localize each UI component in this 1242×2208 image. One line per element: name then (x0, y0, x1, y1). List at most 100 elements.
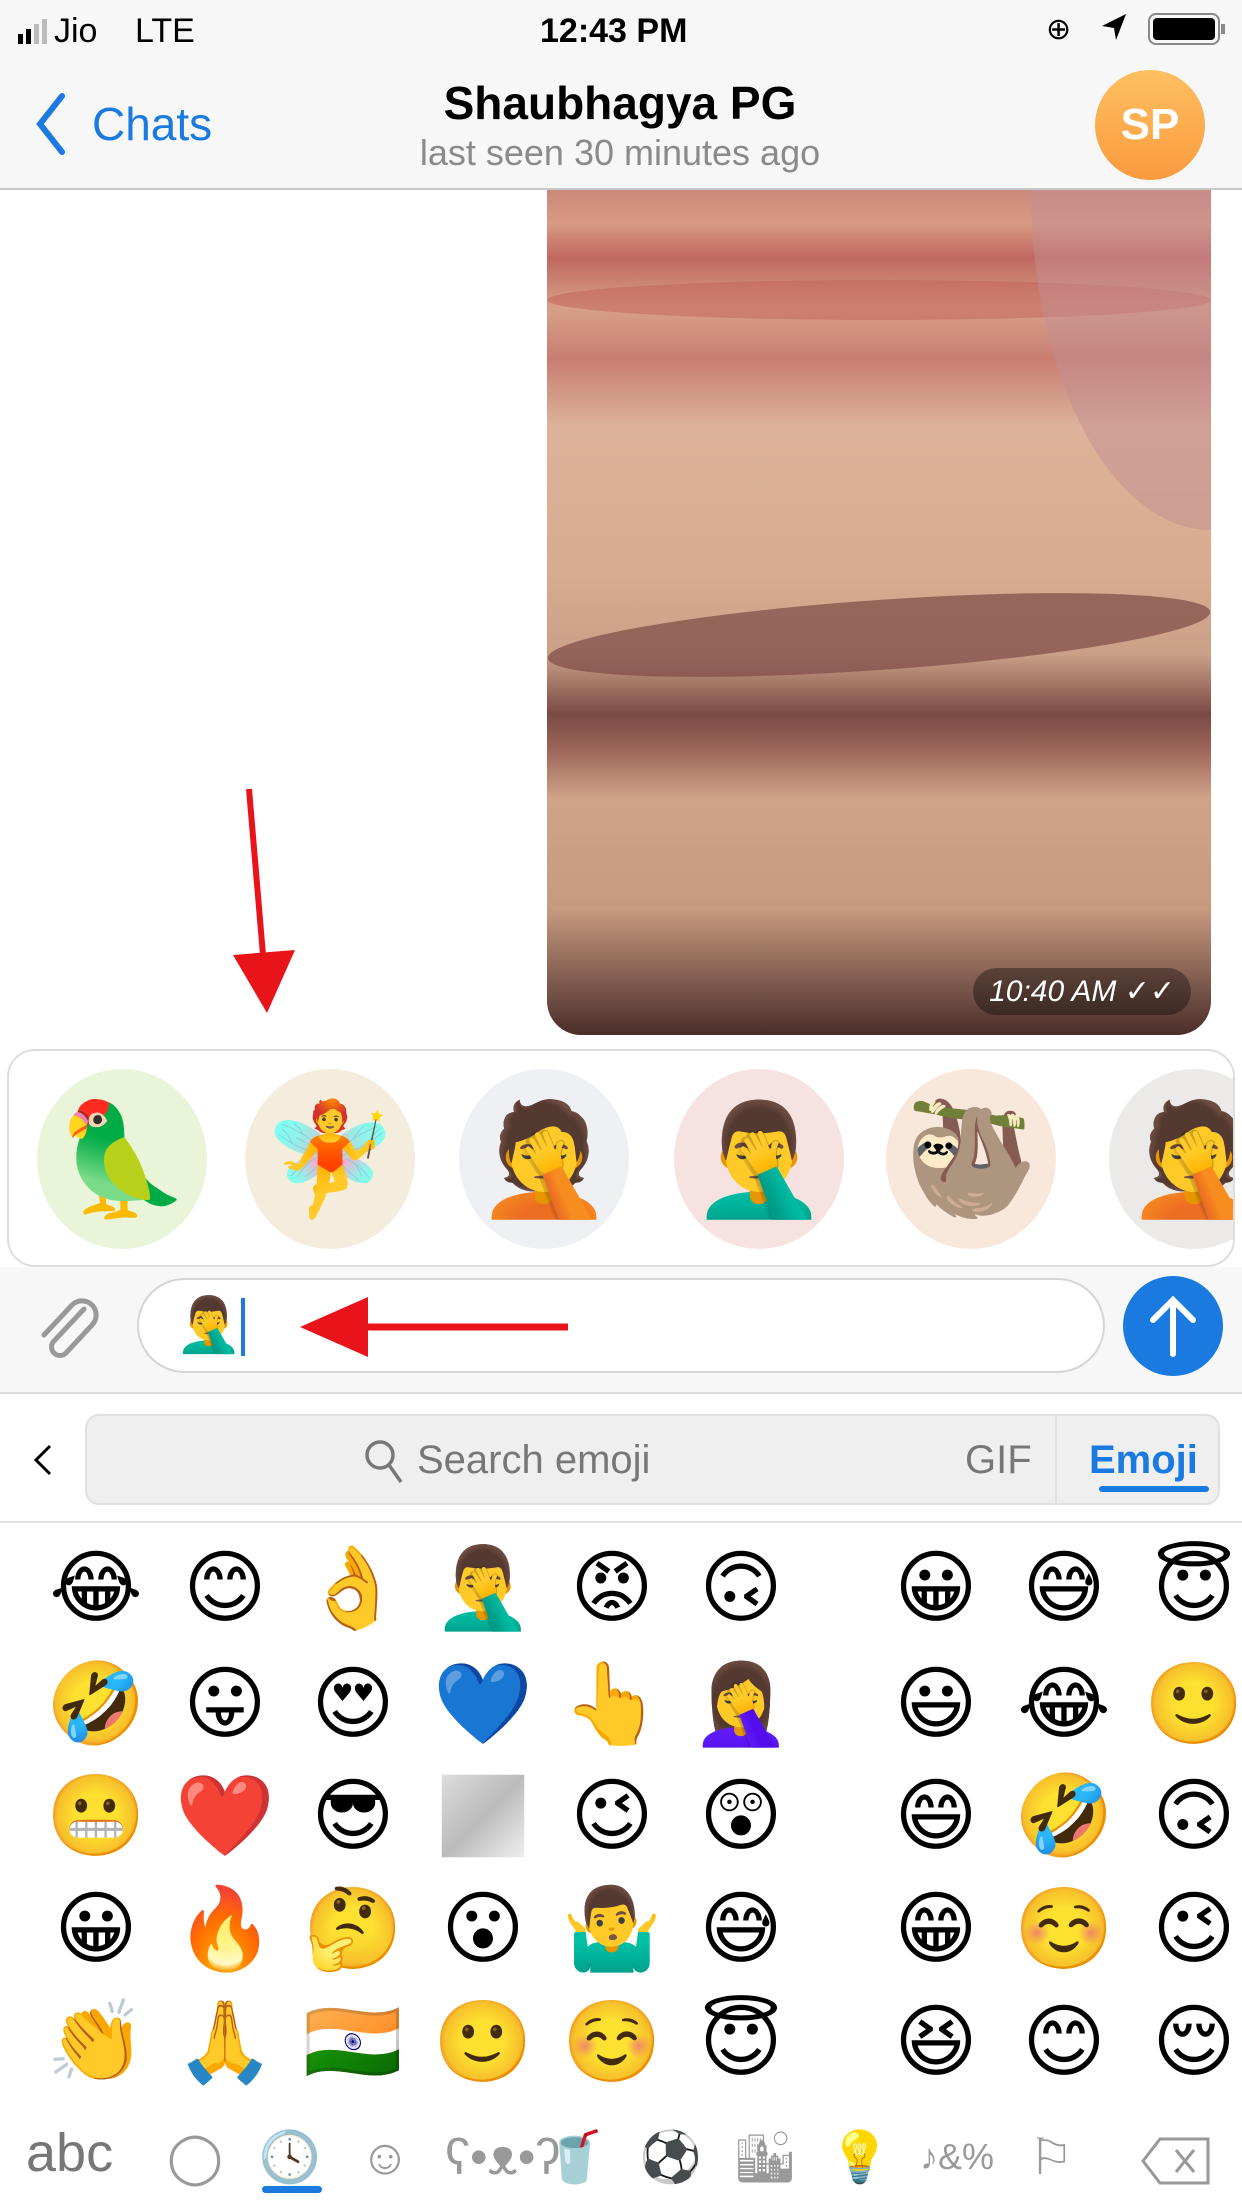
composer: 🤦‍♂️ (0, 1267, 1242, 1394)
emoji-key[interactable]: ❤️ (170, 1761, 280, 1871)
emoji-key[interactable]: 🔥 (170, 1874, 280, 1984)
timestamp-text: 10:40 AM (989, 975, 1117, 1008)
chevron-left-icon[interactable] (30, 1442, 54, 1478)
emoji-key[interactable]: 😃 (881, 1649, 991, 1759)
emoji-key[interactable]: 😬 (41, 1761, 151, 1871)
clock: 12:43 PM (540, 12, 688, 50)
back-label: Chats (92, 98, 213, 150)
emoji-tab[interactable]: Emoji (1089, 1438, 1198, 1483)
emoji-key[interactable]: 🙃 (1139, 1761, 1242, 1871)
food-category-icon[interactable]: 🥤 (540, 2122, 610, 2192)
sticker[interactable]: 🤦 (459, 1069, 629, 1249)
emoji-key[interactable]: 😊 (170, 1533, 280, 1643)
emoji-key[interactable]: 😄 (881, 1761, 991, 1871)
status-bar: Jio LTE 12:43 PM ⊕ (0, 0, 1242, 60)
emoji-key[interactable]: 😌 (1139, 1987, 1242, 2097)
emoji-key[interactable]: 🙏 (170, 1987, 280, 2097)
emoji-key[interactable]: 😊 (1009, 1987, 1119, 2097)
emoji-key[interactable]: 😇 (686, 1987, 796, 2097)
recent-clock-icon[interactable]: 🕓 (255, 2122, 325, 2192)
divider (1055, 1416, 1057, 1503)
active-category-indicator (262, 2186, 322, 2193)
network-type: LTE (135, 12, 195, 50)
battery-icon (1148, 13, 1228, 56)
objects-bulb-icon[interactable]: 💡 (825, 2122, 895, 2192)
emoji-grid: 😂 😊 👌 🤦‍♂️ 😡 🙃 😀 😅 😇 🤣 😛 😍 💙 👆 🤦‍♀️ 😃 😂 🙂 😬 ❤️ 😎 😉 😲 😄 🤣 🙃 😀 🔥 🤔 😮 🤷‍♂… (0, 1523, 1242, 2100)
emoji-key[interactable]: 😂 (41, 1533, 151, 1643)
search-placeholder: Search emoji (417, 1438, 651, 1482)
emoji-key[interactable]: 🤦‍♀️ (686, 1649, 796, 1759)
gif-tab[interactable]: GIF (965, 1438, 1032, 1483)
smiley-category-icon[interactable]: ☺ (350, 2122, 420, 2192)
sticker[interactable]: 🦥 (886, 1069, 1056, 1249)
abc-keyboard-button[interactable]: abc (26, 2122, 113, 2184)
back-button[interactable]: Chats (34, 92, 212, 156)
emoji-key[interactable]: 😡 (557, 1533, 667, 1643)
emoji-key[interactable]: 🤦‍♂️ (428, 1533, 538, 1643)
activity-ball-icon[interactable]: ⚽ (636, 2122, 706, 2192)
avatar[interactable]: SP (1095, 70, 1205, 180)
emoji-key[interactable]: 🙂 (1139, 1649, 1242, 1759)
emoji-key[interactable]: 😅 (686, 1874, 796, 1984)
emoji-key[interactable]: 🤔 (298, 1874, 408, 1984)
emoji-key[interactable]: 👏 (41, 1987, 151, 2097)
stickers-category-icon[interactable]: ◯ (160, 2122, 230, 2192)
photo-pattern (547, 576, 1211, 694)
emoji-key[interactable]: 😛 (170, 1649, 280, 1759)
emoji-key[interactable]: 😲 (686, 1761, 796, 1871)
message-input[interactable]: 🤦‍♂️ (137, 1278, 1105, 1373)
send-button[interactable] (1123, 1276, 1223, 1376)
emoji-key[interactable]: 💙 (428, 1649, 538, 1759)
emoji-key[interactable]: 🙃 (686, 1533, 796, 1643)
chat-title-area[interactable]: Shaubhagya PG last seen 30 minutes ago (300, 76, 940, 174)
emoji-key[interactable]: ☺️ (557, 1987, 667, 2097)
location-icon (1100, 12, 1128, 51)
emoji-key[interactable]: 😉 (1139, 1874, 1242, 1984)
emoji-search-input[interactable]: Search emoji GIF Emoji (85, 1414, 1220, 1505)
emoji-key-blank[interactable] (441, 1774, 525, 1858)
animal-category-icon[interactable]: ʕ•ᴥ•ʔ (445, 2122, 560, 2192)
emoji-key[interactable]: 🙂 (428, 1987, 538, 2097)
chevron-left-icon (36, 93, 65, 155)
orientation-lock-icon: ⊕ (1046, 13, 1072, 46)
emoji-key[interactable]: 😀 (41, 1874, 151, 1984)
emoji-key[interactable]: 👌 (298, 1533, 408, 1643)
emoji-key[interactable]: 😇 (1139, 1533, 1242, 1643)
emoji-key[interactable]: 😅 (1009, 1533, 1119, 1643)
travel-car-icon[interactable]: 🏙 (730, 2122, 800, 2192)
emoji-key[interactable]: 😎 (298, 1761, 408, 1871)
emoji-key[interactable]: 😍 (298, 1649, 408, 1759)
sticker[interactable]: 🤦 (1109, 1069, 1233, 1249)
sticker[interactable]: 🦜 (37, 1069, 207, 1249)
emoji-category-bar: abc ◯ 🕓 ☺ ʕ•ᴥ•ʔ 🥤 ⚽ 🏙 💡 ♪&% ⚐ (0, 2100, 1242, 2208)
sticker[interactable]: 🧚 (245, 1069, 415, 1249)
flags-icon[interactable]: ⚐ (1016, 2122, 1086, 2192)
emoji-key[interactable]: 🇮🇳 (298, 1987, 408, 2097)
symbols-icon[interactable]: ♪&% (920, 2122, 994, 2192)
emoji-key[interactable]: ☺️ (1009, 1874, 1119, 1984)
emoji-key[interactable]: 😀 (881, 1533, 991, 1643)
red-arrow-left-annotation (300, 1297, 568, 1357)
chat-subtitle: last seen 30 minutes ago (419, 132, 821, 173)
double-check-icon: ✓✓ (1124, 975, 1175, 1008)
emoji-key[interactable]: 🤷‍♂️ (557, 1874, 667, 1984)
chat-title: Shaubhagya PG (443, 77, 797, 129)
chat-header: Chats Shaubhagya PG last seen 30 minutes… (0, 60, 1242, 190)
emoji-key[interactable]: 😂 (1009, 1649, 1119, 1759)
emoji-key[interactable]: 😁 (881, 1874, 991, 1984)
input-text: 🤦‍♂️ (175, 1295, 243, 1355)
emoji-key[interactable]: 🤣 (1009, 1761, 1119, 1871)
photo-message[interactable]: 10:40 AM ✓✓ (547, 190, 1211, 1035)
signal-icon (18, 14, 48, 53)
attach-icon[interactable] (34, 1295, 100, 1365)
emoji-key[interactable]: 😆 (881, 1987, 991, 2097)
carrier: Jio (54, 12, 98, 50)
backspace-icon[interactable] (1140, 2136, 1212, 2186)
emoji-key[interactable]: 👆 (557, 1649, 667, 1759)
text-cursor (241, 1298, 245, 1356)
emoji-key[interactable]: 🤣 (41, 1649, 151, 1759)
emoji-key[interactable]: 😮 (428, 1874, 538, 1984)
emoji-key[interactable]: 😉 (557, 1761, 667, 1871)
sticker[interactable]: 🤦‍♂️ (674, 1069, 844, 1249)
search-icon (365, 1440, 403, 1484)
